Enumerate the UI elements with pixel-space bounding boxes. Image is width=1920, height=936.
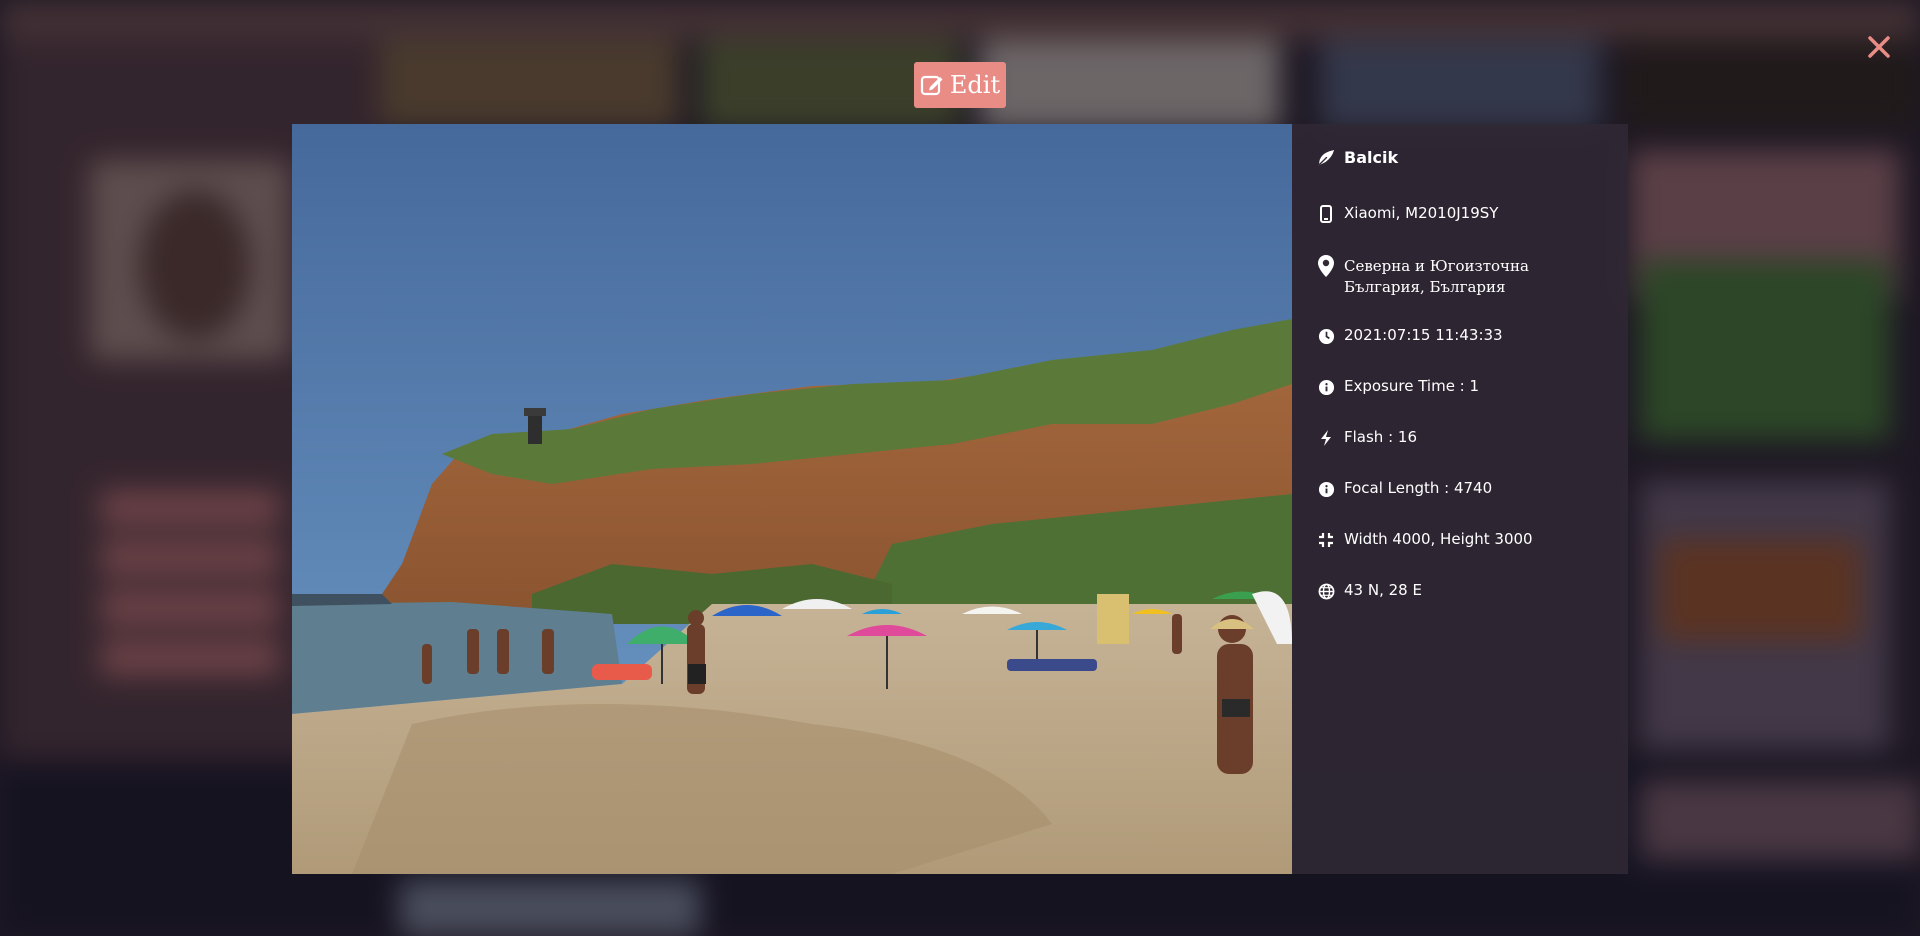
info-exposure: Exposure Time : 1 bbox=[1316, 377, 1479, 397]
info-icon bbox=[1316, 479, 1336, 499]
info-device-text: Xiaomi, M2010J19SY bbox=[1344, 204, 1499, 222]
info-datetime: 2021:07:15 11:43:33 bbox=[1316, 326, 1503, 346]
edit-label: Edit bbox=[949, 71, 1001, 99]
info-exposure-text: Exposure Time : 1 bbox=[1344, 377, 1480, 395]
compress-icon bbox=[1316, 530, 1336, 550]
info-device: Xiaomi, M2010J19SY bbox=[1316, 204, 1498, 224]
info-datetime-text: 2021:07:15 11:43:33 bbox=[1344, 326, 1503, 344]
bolt-icon bbox=[1316, 428, 1336, 448]
info-location-text: Северна и Югоизточна България, България bbox=[1344, 257, 1529, 296]
info-focal-length: Focal Length : 4740 bbox=[1316, 479, 1492, 499]
info-dimensions: Width 4000, Height 3000 bbox=[1316, 530, 1533, 550]
feather-icon bbox=[1316, 148, 1336, 168]
close-icon bbox=[1868, 36, 1890, 58]
map-pin-icon bbox=[1316, 255, 1336, 277]
info-location: Северна и Югоизточна България, България bbox=[1316, 255, 1584, 298]
lightbox-photo bbox=[292, 124, 1292, 874]
info-coordinates-text: 43 N, 28 E bbox=[1344, 581, 1422, 599]
info-title-text: Balcik bbox=[1344, 148, 1399, 167]
info-icon bbox=[1316, 377, 1336, 397]
mobile-icon bbox=[1316, 204, 1336, 224]
edit-button[interactable]: Edit bbox=[914, 62, 1006, 108]
info-coordinates: 43 N, 28 E bbox=[1316, 581, 1422, 601]
info-flash-text: Flash : 16 bbox=[1344, 428, 1417, 446]
clock-icon bbox=[1316, 326, 1336, 346]
edit-icon bbox=[920, 75, 943, 96]
close-button[interactable] bbox=[1864, 32, 1894, 62]
globe-icon bbox=[1316, 581, 1336, 601]
info-dimensions-text: Width 4000, Height 3000 bbox=[1344, 530, 1533, 548]
info-flash: Flash : 16 bbox=[1316, 428, 1417, 448]
photo-info-panel: Balcik Xiaomi, M2010J19SY Северна и Югои… bbox=[1292, 124, 1628, 874]
info-focal-length-text: Focal Length : 4740 bbox=[1344, 479, 1493, 497]
info-title: Balcik bbox=[1316, 148, 1398, 168]
